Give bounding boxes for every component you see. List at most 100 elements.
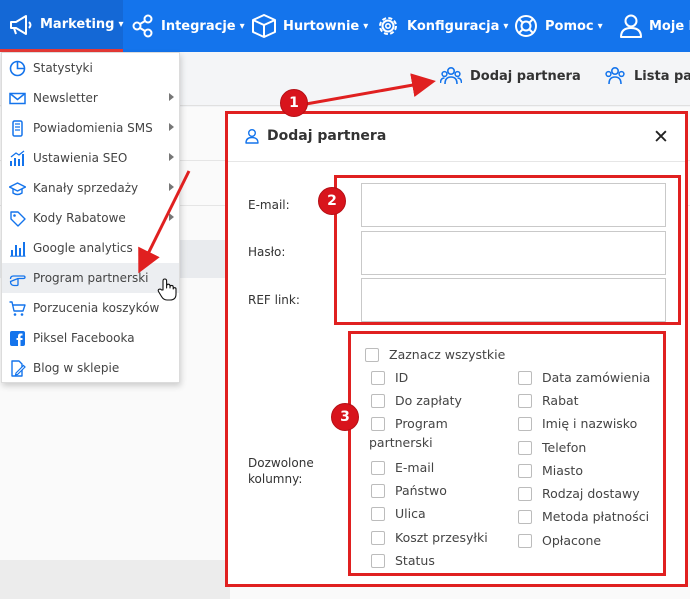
menu-item-kody-rabatowe[interactable]: Kody Rabatowe xyxy=(2,203,179,233)
column-checkbox-koszt-przesylki[interactable]: Koszt przesyłki xyxy=(371,530,488,545)
cart-icon xyxy=(9,300,26,316)
column-checkbox-status[interactable]: Status xyxy=(371,553,435,568)
checkbox-label: Imię i nazwisko xyxy=(542,416,638,431)
chevron-down-icon: ▾ xyxy=(597,20,603,32)
checkbox[interactable] xyxy=(371,553,385,568)
step-badge-1: 1 xyxy=(280,89,308,117)
modal-divider xyxy=(228,161,685,162)
add-partner-button[interactable]: Dodaj partnera xyxy=(440,66,581,86)
checkbox[interactable] xyxy=(518,509,532,524)
checkbox[interactable] xyxy=(518,416,532,431)
menu-item-label: Piksel Facebooka xyxy=(33,331,135,345)
menu-item-google-analytics[interactable]: Google analytics xyxy=(2,233,179,263)
inputs-highlight-box xyxy=(334,175,681,325)
menu-item-piksel-facebooka[interactable]: Piksel Facebooka xyxy=(2,323,179,353)
column-checkbox-program-partnerski[interactable]: Program xyxy=(371,416,448,431)
submenu-arrow-icon xyxy=(169,153,174,161)
checkbox-label: Opłacone xyxy=(542,533,602,548)
bar-chart-icon xyxy=(10,241,26,257)
column-checkbox-do-zaplaty[interactable]: Do zapłaty xyxy=(371,393,462,408)
menu-item-porzucenia-koszykow[interactable]: Porzucenia koszyków xyxy=(2,293,179,323)
column-checkbox-data-zamowienia[interactable]: Data zamówienia xyxy=(518,370,650,385)
column-checkbox-imie-i-nazwisko[interactable]: Imię i nazwisko xyxy=(518,416,637,431)
checkbox[interactable] xyxy=(371,530,385,545)
checkbox[interactable] xyxy=(371,506,385,521)
menu-item-newsletter[interactable]: Newsletter xyxy=(2,83,179,113)
checkbox-label: Państwo xyxy=(395,483,447,498)
checkbox[interactable] xyxy=(518,440,532,455)
column-checkbox-rabat[interactable]: Rabat xyxy=(518,393,579,408)
menu-item-program-partnerski[interactable]: Program partnerski xyxy=(2,263,179,293)
user-badge-icon xyxy=(245,129,259,144)
nav-integracje[interactable]: Integracje ▾ xyxy=(131,0,245,52)
nav-marketing-label: Marketing xyxy=(40,17,115,32)
menu-item-ustawienia-seo[interactable]: Ustawienia SEO xyxy=(2,143,179,173)
users-add-icon xyxy=(440,66,462,85)
columns-label-line2: kolumny: xyxy=(248,472,303,486)
chevron-down-icon: ▾ xyxy=(363,20,369,32)
footer-strip xyxy=(0,560,230,599)
checkbox[interactable] xyxy=(371,460,385,475)
checkbox[interactable] xyxy=(371,483,385,498)
chevron-down-icon: ▾ xyxy=(118,19,124,30)
chevron-down-icon: ▾ xyxy=(239,20,245,32)
nav-moje-konto[interactable]: Moje k xyxy=(619,0,690,52)
checkbox[interactable] xyxy=(518,486,532,501)
column-checkbox-ulica[interactable]: Ulica xyxy=(371,506,426,521)
chevron-down-icon: ▾ xyxy=(503,20,509,32)
menu-item-blog-w-sklepie[interactable]: Blog w sklepie xyxy=(2,353,179,383)
checkbox[interactable] xyxy=(365,347,379,362)
nav-konfiguracja[interactable]: Konfiguracja ▾ xyxy=(375,0,508,52)
nav-hurtownie-label: Hurtownie xyxy=(283,18,360,34)
checkbox[interactable] xyxy=(371,416,385,431)
checkbox-label: Metoda płatności xyxy=(542,509,650,524)
checkbox-label: Koszt przesyłki xyxy=(395,530,488,545)
menu-item-label: Statystyki xyxy=(33,61,93,75)
pie-chart-icon xyxy=(9,60,26,76)
menu-item-label: Powiadomienia SMS xyxy=(33,121,153,135)
menu-item-label: Porzucenia koszyków xyxy=(33,301,160,315)
checkbox[interactable] xyxy=(518,370,532,385)
column-checkbox-telefon[interactable]: Telefon xyxy=(518,440,586,455)
column-checkbox-miasto[interactable]: Miasto xyxy=(518,463,583,478)
menu-item-statystyki[interactable]: Statystyki xyxy=(2,53,179,83)
column-checkbox-oplacone[interactable]: Opłacone xyxy=(518,533,601,548)
checkbox-label: ID xyxy=(395,370,409,385)
checkbox[interactable] xyxy=(371,370,385,385)
nav-hurtownie[interactable]: Hurtownie ▾ xyxy=(251,0,368,52)
phone-icon xyxy=(12,119,23,137)
partner-list-label: Lista pa xyxy=(634,68,690,84)
column-checkbox-email[interactable]: E-mail xyxy=(371,460,434,475)
select-all-checkbox[interactable]: Zaznacz wszystkie xyxy=(365,347,505,362)
columns-label-line1: Dozwolone xyxy=(248,456,314,470)
checkbox[interactable] xyxy=(518,533,532,548)
menu-item-kanaly-sprzedazy[interactable]: Kanały sprzedaży xyxy=(2,173,179,203)
modal-title: Dodaj partnera xyxy=(245,128,386,144)
column-checkbox-id[interactable]: ID xyxy=(371,370,408,385)
close-icon[interactable]: ✕ xyxy=(653,127,669,147)
checkbox-label: Telefon xyxy=(542,440,587,455)
menu-item-label: Blog w sklepie xyxy=(33,361,120,375)
checkbox-label: Zaznacz wszystkie xyxy=(389,347,506,362)
submenu-arrow-icon xyxy=(169,183,174,191)
lifebuoy-icon xyxy=(515,15,537,37)
partner-list-button[interactable]: Lista pa xyxy=(604,66,690,86)
checkbox[interactable] xyxy=(371,393,385,408)
nav-pomoc[interactable]: Pomoc ▾ xyxy=(513,0,603,52)
checkbox[interactable] xyxy=(518,463,532,478)
nav-moje-konto-label: Moje k xyxy=(649,18,690,34)
checkbox-label: Rodzaj dostawy xyxy=(542,486,640,501)
nav-marketing[interactable]: Marketing ▾ xyxy=(0,0,124,52)
checkbox[interactable] xyxy=(518,393,532,408)
checkbox-label: Data zamówienia xyxy=(542,370,651,385)
column-checkbox-rodzaj-dostawy[interactable]: Rodzaj dostawy xyxy=(518,486,640,501)
menu-item-powiadomienia-sms[interactable]: Powiadomienia SMS xyxy=(2,113,179,143)
submenu-arrow-icon xyxy=(169,123,174,131)
add-partner-modal: Dodaj partnera ✕ E-mail: Hasło: REF link… xyxy=(225,111,688,587)
step-badge-2: 2 xyxy=(318,187,346,215)
column-checkbox-metoda-platnosci[interactable]: Metoda płatności xyxy=(518,509,649,524)
column-checkbox-panstwo[interactable]: Państwo xyxy=(371,483,447,498)
users-icon xyxy=(605,66,625,85)
marketing-dropdown-menu: Statystyki Newsletter Powiadomienia SMS … xyxy=(1,52,180,383)
edit-document-icon xyxy=(11,359,26,377)
